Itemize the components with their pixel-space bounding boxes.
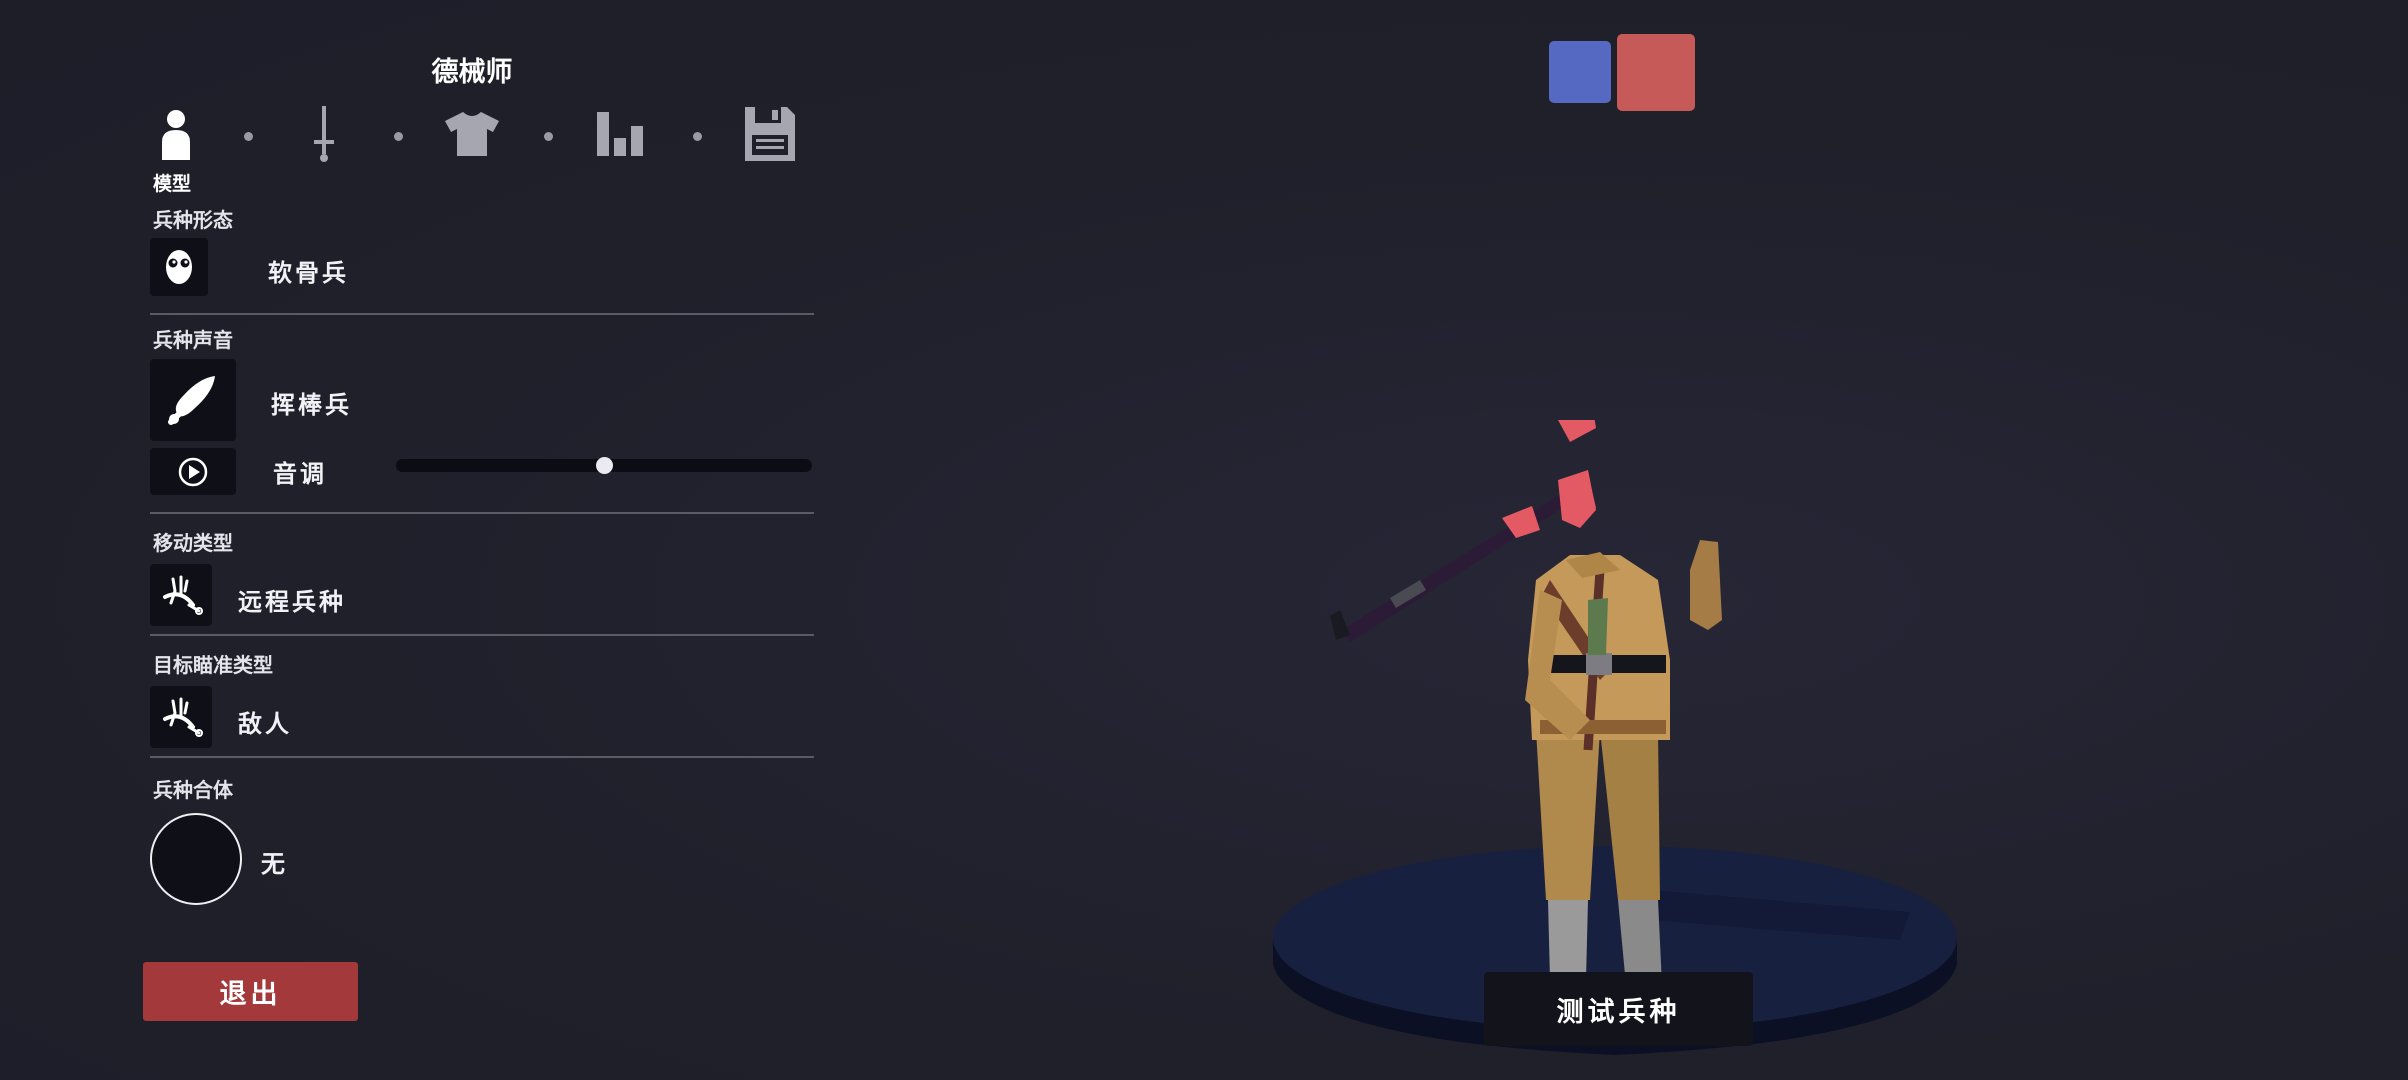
unit-name-title[interactable]: 德械师 xyxy=(332,50,612,89)
target-type-label: 目标瞄准类型 xyxy=(153,653,273,677)
tab-separator-dot xyxy=(544,132,553,141)
divider xyxy=(150,634,814,636)
movement-type-label: 移动类型 xyxy=(153,531,233,555)
person-icon xyxy=(162,110,190,160)
club-icon xyxy=(168,376,215,425)
unit-merge-value: 无 xyxy=(261,850,288,878)
movement-type-value: 远程兵种 xyxy=(238,588,346,616)
floppy-disk-icon xyxy=(745,107,795,161)
unit-form-label: 兵种形态 xyxy=(153,208,233,232)
unit-preview[interactable] xyxy=(1270,420,1970,1060)
unit-merge-slot[interactable] xyxy=(150,813,242,905)
divider xyxy=(150,512,814,514)
bar-chart-icon xyxy=(597,112,643,156)
target-type-selector[interactable] xyxy=(150,686,212,748)
tab-save[interactable] xyxy=(742,104,798,164)
divider xyxy=(150,756,814,758)
pitch-label: 音调 xyxy=(273,460,327,488)
play-icon xyxy=(178,457,208,486)
unit-form-value: 软骨兵 xyxy=(268,259,349,287)
team-blue-swatch[interactable] xyxy=(1549,41,1611,103)
unit-voice-value: 挥棒兵 xyxy=(271,391,352,419)
movement-type-selector[interactable] xyxy=(150,564,212,626)
enemy-target-icon xyxy=(163,697,203,737)
editor-tab-bar xyxy=(148,104,798,168)
unit-voice-selector[interactable] xyxy=(150,359,236,441)
pitch-slider-thumb[interactable] xyxy=(596,457,613,474)
unit-form-selector[interactable] xyxy=(150,238,208,296)
tab-separator-dot xyxy=(244,132,253,141)
play-voice-button[interactable] xyxy=(150,448,236,495)
shirt-icon xyxy=(445,112,499,156)
test-unit-button[interactable]: 测试兵种 xyxy=(1484,972,1753,1046)
active-tab-label: 模型 xyxy=(153,173,192,195)
tab-separator-dot xyxy=(693,132,702,141)
ranged-unit-icon xyxy=(163,575,203,615)
pitch-slider[interactable] xyxy=(396,457,812,474)
sword-icon xyxy=(314,106,334,162)
exit-button[interactable]: 退出 xyxy=(143,962,358,1021)
ragdoll-face-icon xyxy=(166,250,192,284)
team-red-swatch[interactable] xyxy=(1617,34,1695,111)
tab-model[interactable] xyxy=(148,104,204,164)
tab-separator-dot xyxy=(394,132,403,141)
unit-voice-label: 兵种声音 xyxy=(153,328,233,352)
divider xyxy=(150,313,814,315)
unit-merge-label: 兵种合体 xyxy=(153,778,233,802)
tab-stats[interactable] xyxy=(594,104,650,164)
tab-weapons[interactable] xyxy=(296,104,352,164)
target-type-value: 敌人 xyxy=(238,710,292,738)
tab-clothing[interactable] xyxy=(444,104,500,164)
unit-creator-screen: 德械师 模型 兵种形态 软骨兵 兵种声音 挥棒兵 音调 移动类型 远程兵种 目标… xyxy=(0,0,2408,1080)
